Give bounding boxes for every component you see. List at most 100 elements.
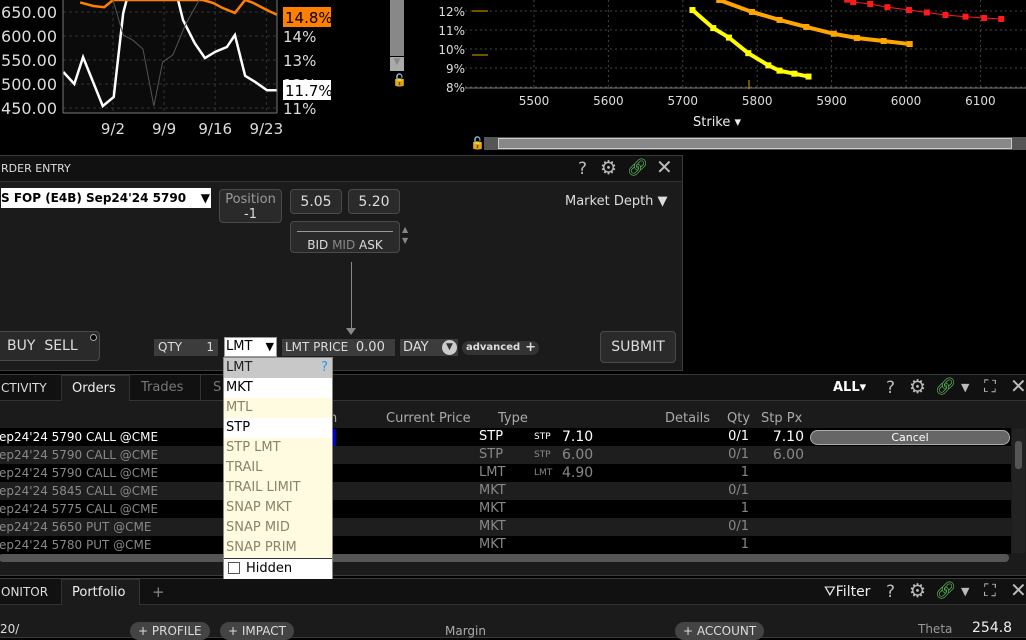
account-button[interactable]: + ACCOUNT <box>675 622 765 640</box>
chevron-down-icon[interactable]: ▼ <box>961 582 969 602</box>
scroll-down-icon[interactable]: ▼ <box>390 57 404 71</box>
data-point <box>998 15 1005 22</box>
row-description: ep24'24 5845 CALL @CME <box>0 484 159 498</box>
data-point <box>765 62 772 69</box>
bid-price-button[interactable]: 5.05 <box>290 189 342 214</box>
option-stp-lmt[interactable]: STP LMT <box>224 438 332 458</box>
price-stepper[interactable]: ▲ ▼ <box>402 224 408 246</box>
price-vol-chart: 9/2 9/9 9/16 9/23 5650.00 5600.00 5550.00 5500.… <box>0 0 333 138</box>
row-detail-type: LMT <box>534 468 553 478</box>
lock-icon[interactable]: 🔓 <box>470 136 485 150</box>
table-row[interactable]: ep24'24 5780 PUT @CME MKT 1 <box>0 536 1011 554</box>
tab-portfolio[interactable]: Portfolio <box>61 579 140 605</box>
submit-button[interactable]: SUBMIT <box>600 331 676 363</box>
ask-price-button[interactable]: 5.20 <box>348 189 400 214</box>
row-qty: 1 <box>740 501 749 516</box>
price-slider[interactable]: BID MID ASK <box>290 221 400 253</box>
option-snap-prim[interactable]: SNAP PRIM <box>224 538 332 558</box>
chevron-down-icon[interactable]: ▼ <box>961 378 969 398</box>
help-icon[interactable]: ? <box>321 358 328 378</box>
col-stp-px[interactable]: Stp Px <box>761 411 802 426</box>
filter-button[interactable]: ⛛Filter <box>824 584 870 600</box>
table-row[interactable]: ep24'24 5650 PUT @CME MKT 0/1 <box>0 518 1011 536</box>
col-details[interactable]: Details <box>665 411 710 426</box>
fullscreen-icon[interactable]: ⛶ <box>984 581 996 601</box>
col-current-price[interactable]: Current Price <box>386 411 471 426</box>
data-point <box>716 0 723 3</box>
x-axis-selector[interactable]: Strike ▾ <box>693 115 741 130</box>
market-depth-toggle[interactable]: Market Depth ▼ <box>565 194 668 209</box>
data-point <box>905 7 912 14</box>
impact-button[interactable]: + IMPACT <box>220 622 294 640</box>
option-trail-limit[interactable]: TRAIL LIMIT <box>224 478 332 498</box>
row-description: ep24'24 5650 PUT @CME <box>0 520 152 534</box>
option-mtl[interactable]: MTL <box>224 398 332 418</box>
y-tick-label: 12% <box>438 5 465 19</box>
horizontal-scrollbar[interactable] <box>484 137 1026 150</box>
add-tab-button[interactable]: + <box>142 579 175 605</box>
buy-sell-toggle[interactable]: BUY SELL <box>0 331 100 361</box>
link-icon[interactable]: 🔗︎ <box>935 581 957 601</box>
order-entry-panel: RDER ENTRY ? ⚙ 🔗︎ ✕ S FOP (E4B) Sep24'24… <box>0 155 683 371</box>
tif-select[interactable]: DAY ▼ <box>400 339 458 356</box>
horizontal-scrollbar[interactable] <box>0 554 1009 562</box>
cancel-button[interactable]: Cancel <box>810 430 1010 445</box>
tab-orders[interactable]: Orders <box>61 375 130 401</box>
tab-monitor[interactable]: ONITOR <box>0 579 58 605</box>
row-stp-px: 6.00 <box>772 447 804 463</box>
option-snap-mid[interactable]: SNAP MID <box>224 518 332 538</box>
col-qty[interactable]: Qty <box>727 411 750 426</box>
row-description: ep24'24 5790 CALL @CME <box>0 466 159 480</box>
fullscreen-icon[interactable]: ⛶ <box>984 377 996 397</box>
filter-all-dropdown[interactable]: ALL▾ <box>833 380 866 395</box>
profile-button[interactable]: + PROFILE <box>130 622 210 640</box>
chart-scrollbar-thumb[interactable] <box>390 0 404 56</box>
help-icon[interactable]: ? <box>886 378 895 398</box>
tab-activity[interactable]: CTIVITY <box>0 375 57 401</box>
checkbox-icon <box>228 562 240 574</box>
contract-selector[interactable]: S FOP (E4B) Sep24'24 5790 ▼ <box>1 188 211 208</box>
option-stp[interactable]: STP <box>224 418 332 438</box>
order-type-select[interactable]: LMT ▼ <box>224 337 277 357</box>
chevron-down-icon: ▼ <box>200 191 210 205</box>
y-tick-label: 11% <box>438 24 465 38</box>
row-type: MKT <box>479 483 506 498</box>
lock-icon[interactable]: 🔓 <box>392 73 407 87</box>
lmt-price-input[interactable]: LMT PRICE 0.00 <box>282 339 395 356</box>
position-box: Position -1 <box>219 189 282 223</box>
qty-input[interactable]: QTY 1 <box>154 339 218 356</box>
advanced-button[interactable]: advanced + <box>462 341 539 355</box>
data-point <box>942 11 949 18</box>
row-description: ep24'24 5790 CALL @CME <box>0 430 159 444</box>
row-qty: 0/1 <box>728 519 749 534</box>
series-mid-expiry <box>718 0 910 47</box>
option-snap-mkt[interactable]: SNAP MKT <box>224 498 332 518</box>
close-icon[interactable]: ✕ <box>1010 580 1026 600</box>
link-icon[interactable]: 🔗︎ <box>627 158 649 178</box>
table-row[interactable]: ep24'24 5790 CALL @CME LMT LMT 4.90 1 <box>0 464 1011 482</box>
table-row[interactable]: ep24'24 5775 CALL @CME MKT 1 <box>0 500 1011 518</box>
table-row[interactable]: ep24'24 5790 CALL @CME STP STP 6.00 0/1 … <box>0 446 1011 464</box>
gear-icon[interactable]: ⚙ <box>600 158 617 178</box>
option-mkt[interactable]: MKT <box>224 378 332 398</box>
hidden-checkbox[interactable]: Hidden <box>224 558 332 579</box>
option-lmt[interactable]: LMT? <box>224 358 332 378</box>
data-point <box>981 15 988 22</box>
col-type[interactable]: Type <box>498 411 528 426</box>
gear-icon[interactable]: ⚙ <box>909 377 926 397</box>
tab-trades[interactable]: Trades <box>131 375 201 401</box>
plus-icon: + <box>525 340 536 355</box>
vertical-scrollbar[interactable] <box>1012 429 1025 553</box>
x-tick-label: 5800 <box>742 94 773 108</box>
svg-text:11.7%: 11.7% <box>285 82 333 100</box>
y-tick-label: 9% <box>446 62 465 76</box>
help-icon[interactable]: ? <box>886 582 895 602</box>
gear-icon[interactable]: ⚙ <box>909 581 926 601</box>
table-row[interactable]: ep24'24 5845 CALL @CME MKT 0/1 <box>0 482 1011 500</box>
close-icon[interactable]: ✕ <box>656 157 673 177</box>
close-icon[interactable]: ✕ <box>1010 376 1026 396</box>
link-icon[interactable]: 🔗︎ <box>935 377 957 397</box>
x-tick-label: 9/9 <box>152 120 176 138</box>
help-icon[interactable]: ? <box>578 159 587 179</box>
option-trail[interactable]: TRAIL <box>224 458 332 478</box>
